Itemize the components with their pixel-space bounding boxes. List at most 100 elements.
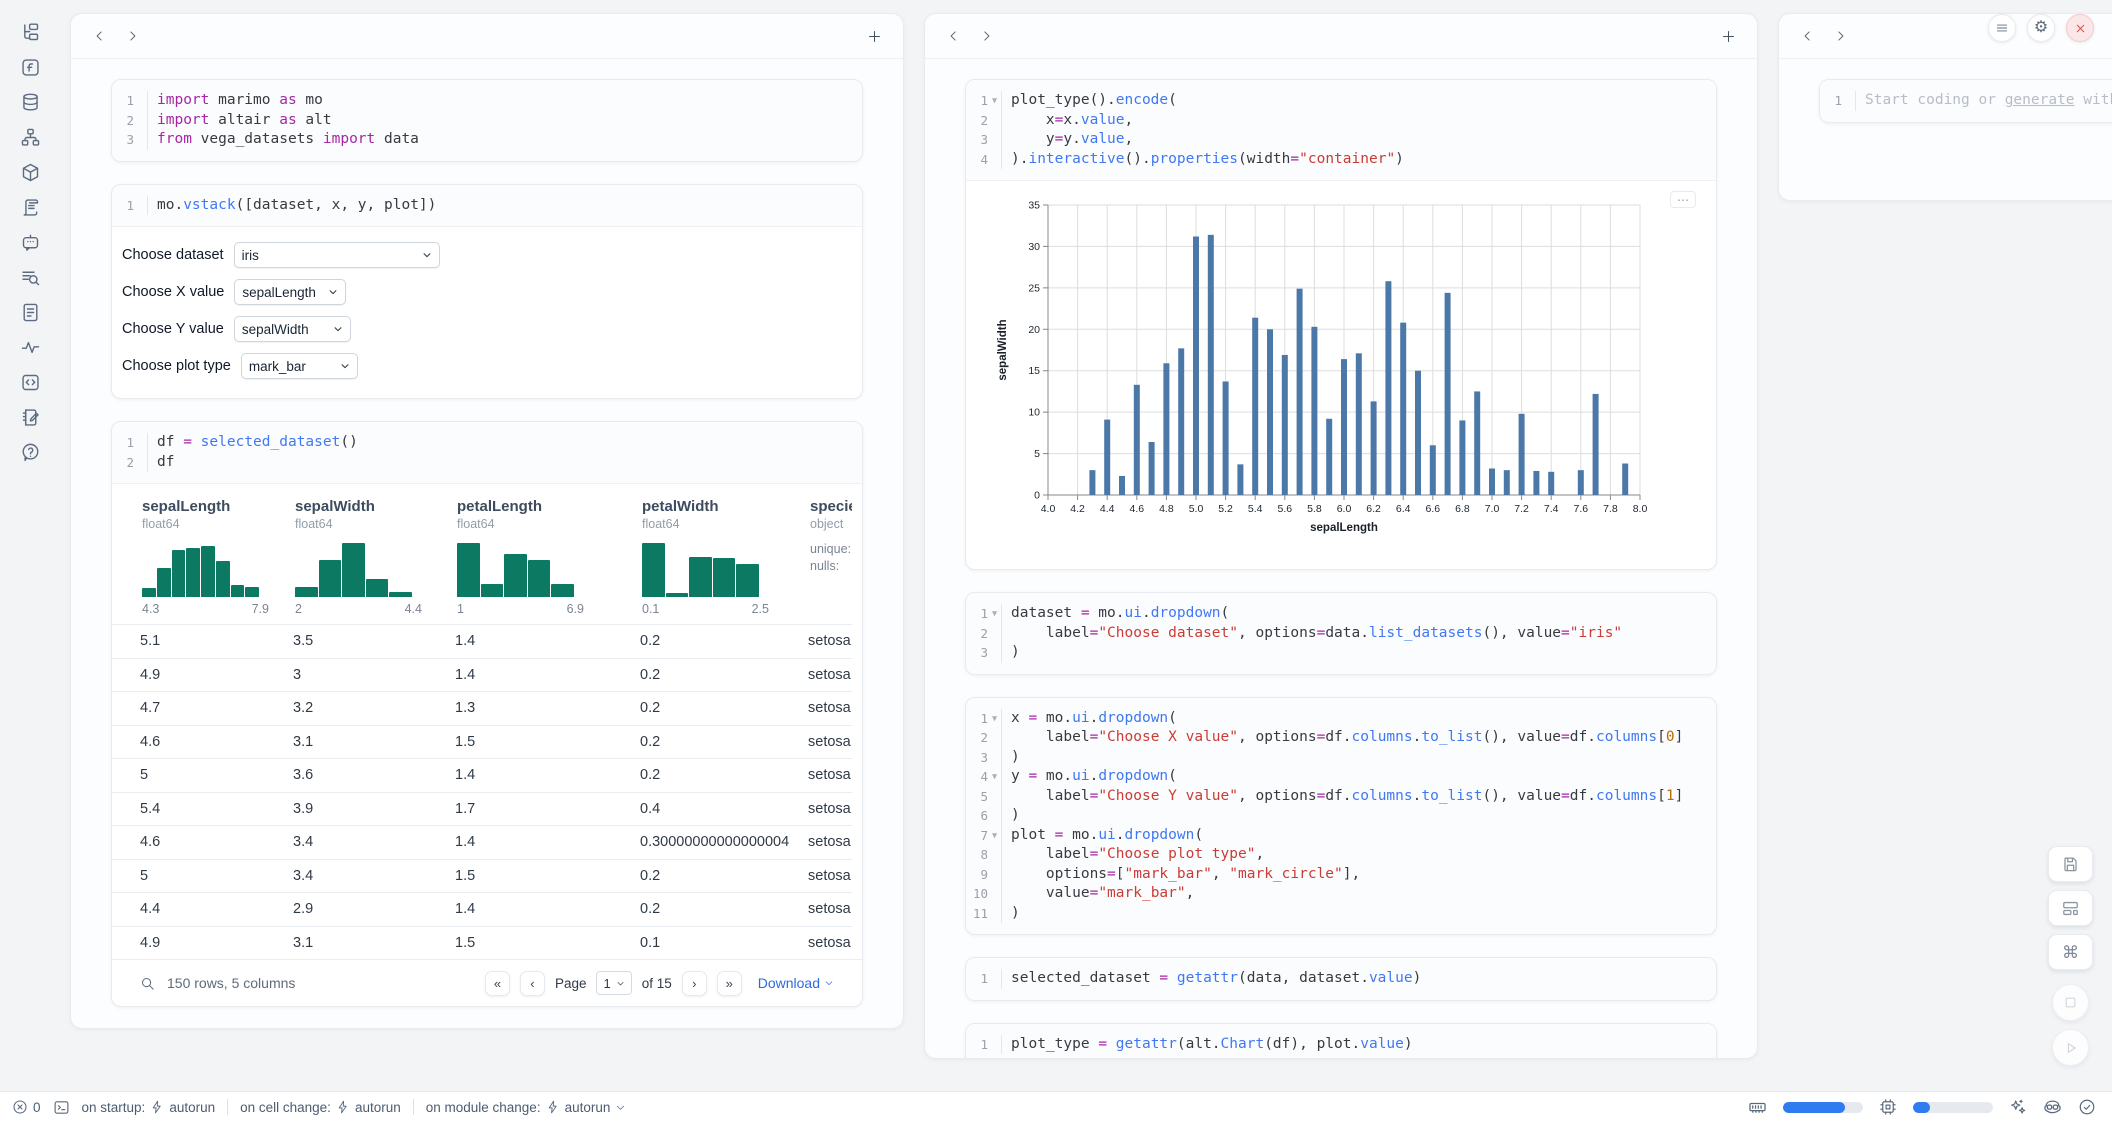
column-header-sepalLength[interactable]: sepalLengthfloat644.37.9	[142, 498, 269, 616]
code-line[interactable]: label="Choose X value", options=df.colum…	[1001, 728, 1683, 748]
code-editor[interactable]: 1▼x = mo.ui.dropdown(2 label="Choose X v…	[966, 698, 1716, 935]
keyboard-shortcuts-button[interactable]: ⌘	[2048, 934, 2093, 970]
code-line[interactable]: x = mo.ui.dropdown(	[1001, 709, 1177, 729]
code-line[interactable]: )	[1001, 748, 1020, 768]
code-editor[interactable]: 1▼plot_type().encode(2 x=x.value,3 y=y.v…	[966, 80, 1716, 181]
table-row[interactable]: 4.63.11.50.2setosa	[112, 725, 852, 759]
table-row[interactable]: 5.13.51.40.2setosa	[112, 624, 852, 658]
notebook-menu-button[interactable]	[1988, 14, 2016, 42]
fold-chevron-icon[interactable]: ▼	[988, 826, 1001, 846]
code-line[interactable]: label="Choose Y value", options=df.colum…	[1001, 787, 1683, 807]
datasources-icon[interactable]	[20, 92, 42, 112]
layout-toggle-button[interactable]	[2048, 890, 2093, 926]
fold-chevron-icon[interactable]: ▼	[988, 709, 1001, 729]
dropdown-select[interactable]: iris	[234, 242, 440, 268]
column-next-button[interactable]	[975, 25, 997, 47]
ai-sparkles-button[interactable]	[2009, 1098, 2027, 1116]
table-row[interactable]: 4.93.11.50.1setosa	[112, 926, 852, 960]
table-row[interactable]: 4.42.91.40.2setosa	[112, 892, 852, 926]
first-page-button[interactable]: «	[485, 971, 510, 996]
dropdown-select[interactable]: mark_bar	[241, 353, 358, 379]
code-line[interactable]: label="Choose dataset", options=data.lis…	[1001, 624, 1622, 644]
add-cell-button[interactable]	[863, 25, 885, 47]
scratchpad-icon[interactable]	[20, 197, 42, 217]
code-line[interactable]: import altair as alt	[147, 111, 332, 131]
stop-button[interactable]	[2052, 984, 2089, 1021]
on-module-change-setting[interactable]: on module change: autorun	[426, 1100, 627, 1115]
code-line[interactable]: plot_type().encode(	[1001, 91, 1177, 111]
output-actions-button[interactable]: ⋯	[1670, 191, 1696, 208]
fold-chevron-icon[interactable]: ▼	[988, 604, 1001, 624]
column-prev-button[interactable]	[89, 25, 111, 47]
code-line[interactable]: plot = mo.ui.dropdown(	[1001, 826, 1203, 846]
code-line[interactable]: )	[1001, 806, 1020, 826]
code-line[interactable]: dataset = mo.ui.dropdown(	[1001, 604, 1229, 624]
code-editor[interactable]: 1plot_type = getattr(alt.Chart(df), plot…	[966, 1024, 1716, 1060]
save-button[interactable]	[2048, 846, 2093, 882]
code-editor[interactable]: 1▼dataset = mo.ui.dropdown(2 label="Choo…	[966, 593, 1716, 674]
dependency-graph-icon[interactable]	[20, 127, 42, 147]
page-select[interactable]: 1	[596, 971, 631, 995]
column-header-petalLength[interactable]: petalLengthfloat6416.9	[457, 498, 584, 616]
column-header-sepalWidth[interactable]: sepalWidthfloat6424.4	[295, 498, 422, 616]
code-line[interactable]: )	[1001, 643, 1020, 663]
shutdown-button[interactable]	[2066, 14, 2094, 42]
code-editor[interactable]: 1df = selected_dataset()2df	[112, 422, 862, 484]
documentation-icon[interactable]	[20, 302, 42, 322]
code-line[interactable]: import marimo as mo	[147, 91, 323, 111]
code-line[interactable]: options=["mark_bar", "mark_circle"],	[1001, 865, 1360, 885]
column-prev-button[interactable]	[943, 25, 965, 47]
table-row[interactable]: 4.73.21.30.2setosa	[112, 691, 852, 725]
download-button[interactable]: Download	[758, 975, 834, 991]
file-explorer-icon[interactable]	[20, 22, 42, 42]
column-next-button[interactable]	[1829, 25, 1851, 47]
terminal-button[interactable]	[53, 1099, 70, 1116]
code-line[interactable]: df = selected_dataset()	[147, 433, 358, 453]
code-line[interactable]: mo.vstack([dataset, x, y, plot])	[147, 196, 436, 216]
column-header-species[interactable]: speciesobjectunique:nulls:	[810, 498, 852, 575]
column-next-button[interactable]	[121, 25, 143, 47]
logs-icon[interactable]	[20, 267, 42, 287]
on-cell-change-setting[interactable]: on cell change: autorun	[240, 1100, 401, 1115]
table-row[interactable]: 4.931.40.2setosa	[112, 658, 852, 692]
packages-icon[interactable]	[20, 162, 42, 182]
settings-button[interactable]: ⚙	[2027, 14, 2055, 42]
ai-chat-icon[interactable]	[20, 232, 42, 252]
table-row[interactable]: 53.41.50.2setosa	[112, 859, 852, 893]
variables-icon[interactable]	[20, 57, 42, 77]
fold-chevron-icon[interactable]: ▼	[988, 767, 1001, 787]
copilot-button[interactable]	[2043, 1098, 2062, 1117]
table-row[interactable]: 5.43.91.70.4setosa	[112, 792, 852, 826]
next-page-button[interactable]: ›	[682, 971, 707, 996]
search-icon[interactable]	[140, 976, 155, 991]
code-line[interactable]: df	[147, 453, 174, 473]
code-line[interactable]: ).interactive().properties(width="contai…	[1001, 150, 1404, 170]
column-prev-button[interactable]	[1797, 25, 1819, 47]
notes-icon[interactable]	[20, 407, 42, 427]
dropdown-select[interactable]: sepalWidth	[234, 316, 351, 342]
code-line[interactable]: selected_dataset = getattr(data, dataset…	[1001, 969, 1421, 989]
table-row[interactable]: 53.61.40.2setosa	[112, 758, 852, 792]
column-header-petalWidth[interactable]: petalWidthfloat640.12.5	[642, 498, 769, 616]
code-line[interactable]: value="mark_bar",	[1001, 884, 1194, 904]
code-line[interactable]: )	[1001, 904, 1020, 924]
code-line[interactable]: label="Choose plot type",	[1001, 845, 1264, 865]
connection-status-button[interactable]	[2078, 1098, 2096, 1116]
dropdown-select[interactable]: sepalLength	[234, 279, 346, 305]
table-row[interactable]: 4.63.41.40.30000000000000004setosa	[112, 825, 852, 859]
on-startup-setting[interactable]: on startup: autorun	[82, 1100, 216, 1115]
bar-chart[interactable]: 4.04.24.44.64.85.05.25.45.65.86.06.26.46…	[992, 193, 1692, 545]
help-icon[interactable]	[20, 442, 42, 462]
snippets-icon[interactable]	[20, 372, 42, 392]
code-line[interactable]: x=x.value,	[1001, 111, 1133, 131]
run-button[interactable]	[2052, 1029, 2089, 1066]
code-editor[interactable]: 1 Start coding or generate with AI	[1820, 80, 2112, 122]
altair-chart-output[interactable]: 4.04.24.44.64.85.05.25.45.65.86.06.26.46…	[966, 181, 1716, 569]
tracing-icon[interactable]	[20, 337, 42, 357]
code-editor[interactable]: 1import marimo as mo2import altair as al…	[112, 80, 862, 161]
add-cell-button[interactable]	[1717, 25, 1739, 47]
code-line[interactable]: y = mo.ui.dropdown(	[1001, 767, 1177, 787]
code-line[interactable]: plot_type = getattr(alt.Chart(df), plot.…	[1001, 1035, 1413, 1055]
code-editor[interactable]: 1selected_dataset = getattr(data, datase…	[966, 958, 1716, 1000]
last-page-button[interactable]: »	[717, 971, 742, 996]
